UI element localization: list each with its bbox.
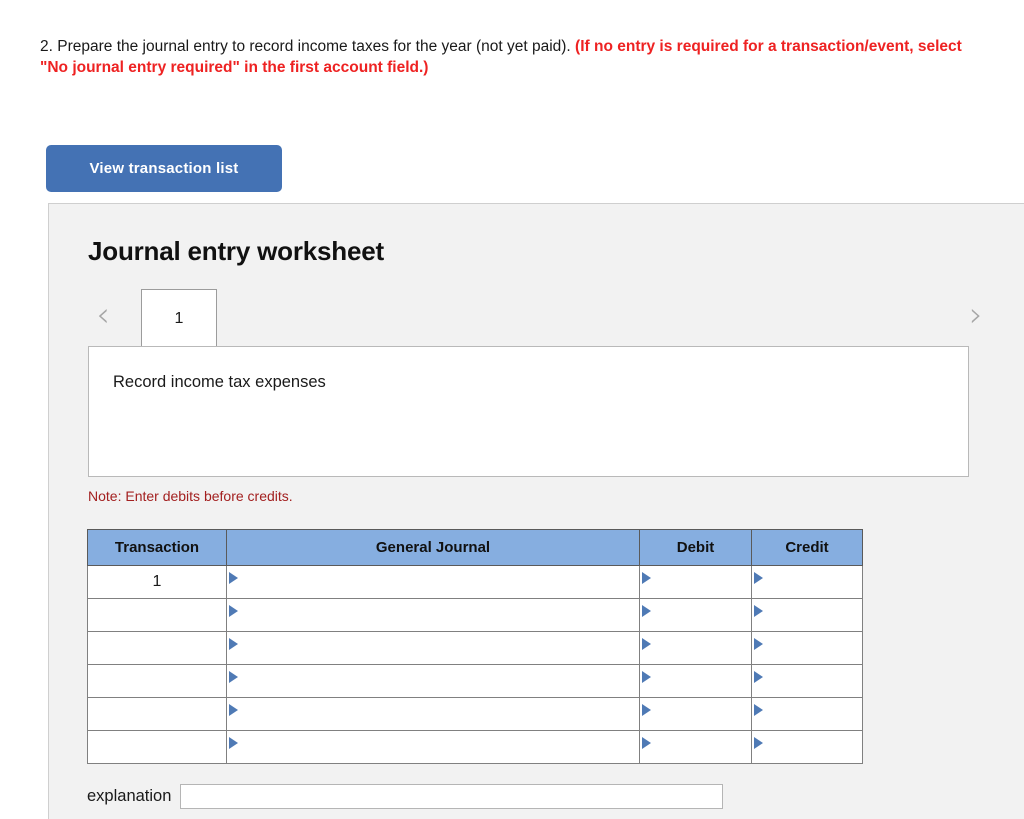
debit-input-1[interactable] [639, 598, 752, 632]
cell-inner [754, 635, 860, 661]
dropdown-arrow-icon [642, 737, 651, 749]
general-journal-select-3[interactable] [226, 664, 640, 698]
view-transaction-list-button[interactable]: View transaction list [46, 145, 282, 192]
cell-inner [642, 602, 749, 628]
dropdown-arrow-icon [754, 605, 763, 617]
cell-inner [754, 668, 860, 694]
transaction-number-cell [87, 730, 227, 764]
dropdown-arrow-icon [229, 638, 238, 650]
credit-input-1[interactable] [751, 598, 863, 632]
debit-input-2[interactable] [639, 631, 752, 665]
dropdown-arrow-icon [754, 704, 763, 716]
column-header-general-journal: General Journal [226, 529, 640, 566]
chevron-right-icon[interactable]: › [963, 298, 989, 333]
general-journal-select-5[interactable] [226, 730, 640, 764]
general-journal-select-1[interactable] [226, 598, 640, 632]
general-journal-select-4[interactable] [226, 697, 640, 731]
cell-inner [229, 701, 637, 727]
transaction-number-cell [87, 697, 227, 731]
credit-input-2[interactable] [751, 631, 863, 665]
explanation-label: explanation [87, 787, 172, 805]
table-row [87, 730, 863, 764]
cell-inner [642, 569, 749, 595]
transaction-number-cell [87, 631, 227, 665]
dropdown-arrow-icon [754, 572, 763, 584]
credit-input-0[interactable] [751, 565, 863, 599]
chevron-left-icon[interactable]: ‹ [90, 298, 116, 333]
debit-input-5[interactable] [639, 730, 752, 764]
question-text: Prepare the journal entry to record inco… [57, 38, 571, 55]
table-header-row: Transaction General Journal Debit Credit [87, 529, 863, 566]
credit-input-4[interactable] [751, 697, 863, 731]
cell-inner [754, 734, 860, 760]
journal-entry-table: Transaction General Journal Debit Credit… [87, 529, 863, 764]
general-journal-select-2[interactable] [226, 631, 640, 665]
entry-description-box: Record income tax expenses [88, 346, 969, 477]
column-header-credit: Credit [751, 529, 863, 566]
dropdown-arrow-icon [754, 671, 763, 683]
cell-inner [229, 569, 637, 595]
dropdown-arrow-icon [754, 737, 763, 749]
transaction-number-cell [87, 598, 227, 632]
table-row [87, 697, 863, 731]
cell-inner [642, 734, 749, 760]
cell-inner [754, 602, 860, 628]
cell-inner [642, 635, 749, 661]
credit-input-5[interactable] [751, 730, 863, 764]
credit-input-3[interactable] [751, 664, 863, 698]
dropdown-arrow-icon [642, 572, 651, 584]
dropdown-arrow-icon [229, 605, 238, 617]
entry-description-text: Record income tax expenses [113, 373, 326, 391]
table-row [87, 631, 863, 665]
cell-inner [229, 635, 637, 661]
dropdown-arrow-icon [229, 704, 238, 716]
dropdown-arrow-icon [229, 572, 238, 584]
debits-before-credits-note: Note: Enter debits before credits. [88, 488, 293, 504]
debit-input-4[interactable] [639, 697, 752, 731]
dropdown-arrow-icon [642, 671, 651, 683]
transaction-number-cell: 1 [87, 565, 227, 599]
transaction-number-cell [87, 664, 227, 698]
dropdown-arrow-icon [754, 638, 763, 650]
cell-inner [754, 701, 860, 727]
column-header-transaction: Transaction [87, 529, 227, 566]
debit-input-0[interactable] [639, 565, 752, 599]
dropdown-arrow-icon [642, 638, 651, 650]
explanation-row: explanation [87, 784, 724, 809]
worksheet-title: Journal entry worksheet [88, 236, 384, 266]
table-row: 1 [87, 565, 863, 599]
table-row [87, 598, 863, 632]
cell-inner [229, 602, 637, 628]
cell-inner [642, 668, 749, 694]
explanation-input[interactable] [180, 784, 724, 809]
dropdown-arrow-icon [229, 737, 238, 749]
column-header-debit: Debit [639, 529, 752, 566]
page-root: 2. Prepare the journal entry to record i… [0, 0, 1024, 819]
dropdown-arrow-icon [229, 671, 238, 683]
debit-input-3[interactable] [639, 664, 752, 698]
cell-inner [642, 701, 749, 727]
dropdown-arrow-icon [642, 605, 651, 617]
dropdown-arrow-icon [642, 704, 651, 716]
question-prompt: 2. Prepare the journal entry to record i… [40, 36, 975, 78]
cell-inner [229, 668, 637, 694]
tab-entry-1[interactable]: 1 [141, 289, 217, 346]
general-journal-select-0[interactable] [226, 565, 640, 599]
cell-inner [229, 734, 637, 760]
worksheet-tab-strip: ‹ 1 › [88, 289, 983, 347]
table-row [87, 664, 863, 698]
question-number: 2. [40, 38, 53, 55]
cell-inner [754, 569, 860, 595]
